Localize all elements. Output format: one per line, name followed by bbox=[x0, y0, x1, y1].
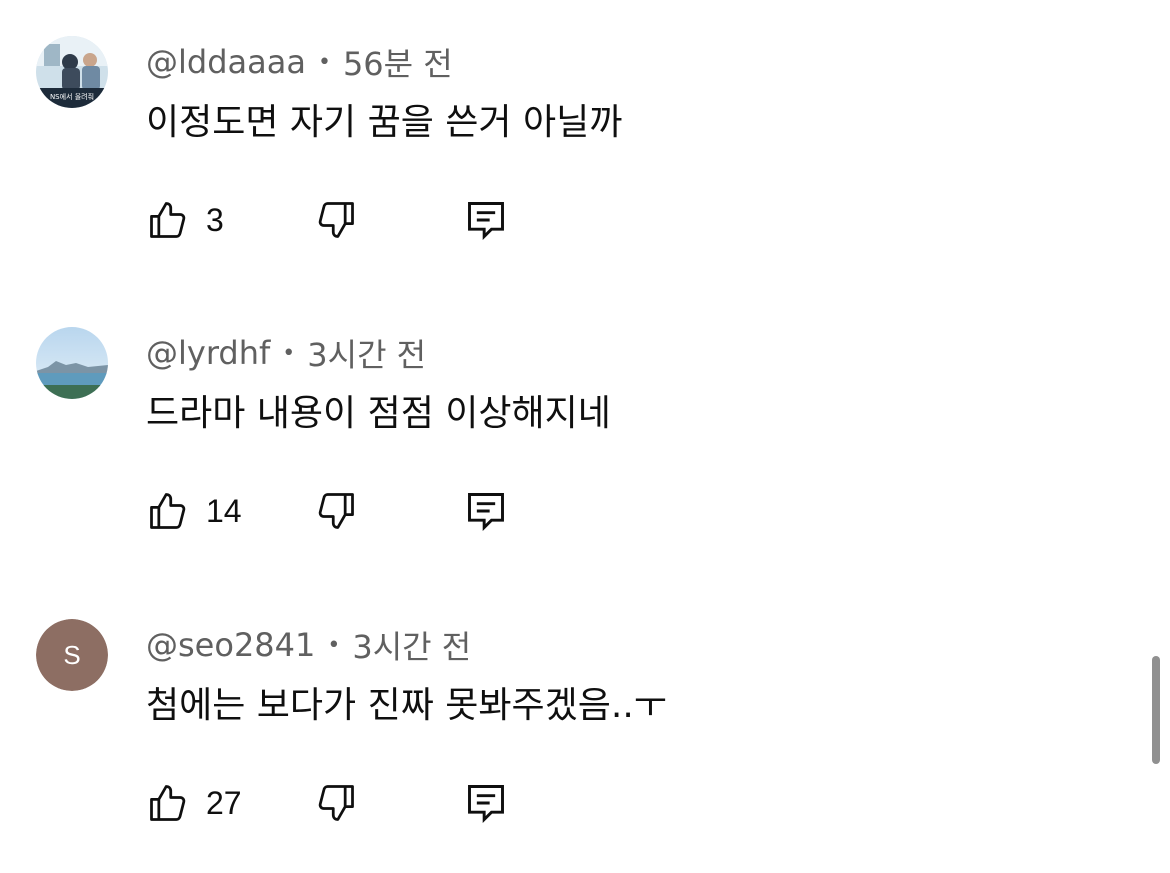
dislike-button[interactable] bbox=[314, 196, 358, 244]
comment-item: NS에서 올려줘 @lddaaaa • 56분 전 이정도면 자기 꿈을 쓴거 … bbox=[0, 0, 1150, 290]
dislike-button[interactable] bbox=[314, 779, 358, 827]
comment-meta: @seo2841 • 3시간 전 bbox=[146, 623, 471, 667]
reply-comment-icon bbox=[468, 202, 504, 241]
comment-time[interactable]: 56분 전 bbox=[343, 39, 453, 85]
like-count: 27 bbox=[206, 784, 242, 821]
like-button[interactable]: 3 bbox=[146, 196, 224, 244]
thumbs-up-icon bbox=[150, 785, 186, 821]
comment-text: 드라마 내용이 점점 이상해지네 bbox=[146, 393, 611, 434]
meta-separator: • bbox=[317, 49, 331, 75]
avatar[interactable]: NS에서 올려줘 bbox=[36, 36, 108, 108]
comment-actions: 3 bbox=[146, 196, 526, 244]
like-button[interactable]: 14 bbox=[146, 487, 242, 535]
comment-actions: 14 bbox=[146, 487, 526, 535]
like-button[interactable]: 27 bbox=[146, 779, 242, 827]
avatar-letter: S bbox=[36, 619, 108, 691]
comment-text: 이정도면 자기 꿈을 쓴거 아닐까 bbox=[146, 102, 623, 143]
avatar[interactable]: S bbox=[36, 619, 108, 691]
meta-separator: • bbox=[327, 632, 341, 658]
author-name[interactable]: @lddaaaa bbox=[146, 43, 306, 81]
avatar-photo: NS에서 올려줘 bbox=[36, 36, 108, 108]
reply-button[interactable] bbox=[464, 196, 508, 244]
author-name[interactable]: @lyrdhf bbox=[146, 334, 270, 372]
avatar-photo bbox=[36, 327, 108, 399]
author-name[interactable]: @seo2841 bbox=[146, 626, 315, 664]
reply-button[interactable] bbox=[464, 487, 508, 535]
avatar-caption: NS에서 올려줘 bbox=[50, 92, 94, 101]
comment-time[interactable]: 3시간 전 bbox=[352, 622, 471, 668]
avatar[interactable] bbox=[36, 327, 108, 399]
comment-item: @lyrdhf • 3시간 전 드라마 내용이 점점 이상해지네 14 bbox=[0, 291, 1150, 581]
comment-time[interactable]: 3시간 전 bbox=[307, 330, 426, 376]
comment-meta: @lyrdhf • 3시간 전 bbox=[146, 331, 426, 375]
reply-comment-icon bbox=[468, 785, 504, 824]
thumbs-down-icon bbox=[318, 202, 354, 238]
thumbs-down-icon bbox=[318, 785, 354, 821]
comment-text: 첨에는 보다가 진짜 못봐주겠음..ㅜ bbox=[146, 685, 667, 726]
meta-separator: • bbox=[282, 340, 296, 366]
reply-button[interactable] bbox=[464, 779, 508, 827]
thumbs-up-icon bbox=[150, 202, 186, 238]
comment-meta: @lddaaaa • 56분 전 bbox=[146, 40, 453, 84]
thumbs-up-icon bbox=[150, 493, 186, 529]
dislike-button[interactable] bbox=[314, 487, 358, 535]
comment-item: S @seo2841 • 3시간 전 첨에는 보다가 진짜 못봐주겠음..ㅜ 2… bbox=[0, 583, 1150, 873]
reply-comment-icon bbox=[468, 493, 504, 532]
scrollbar-thumb[interactable] bbox=[1152, 656, 1160, 764]
thumbs-down-icon bbox=[318, 493, 354, 529]
like-count: 3 bbox=[206, 201, 224, 238]
like-count: 14 bbox=[206, 492, 242, 529]
comment-actions: 27 bbox=[146, 779, 526, 827]
